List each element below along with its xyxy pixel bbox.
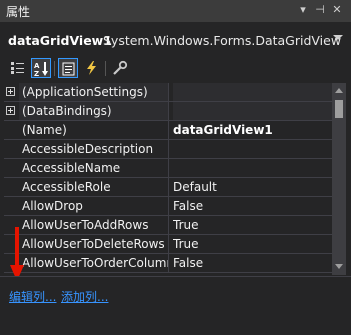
title-bar: 属性 ▾ ⊣ ✕ — [0, 0, 351, 23]
object-name: dataGridView1 — [8, 33, 112, 48]
expand-icon[interactable] — [6, 106, 15, 115]
toolbar-separator — [54, 61, 55, 76]
property-name: (DataBindings) — [19, 102, 169, 120]
property-row[interactable]: (DataBindings) — [4, 102, 332, 121]
edit-columns-link[interactable]: 编辑列... — [9, 288, 56, 305]
property-name: AllowDrop — [19, 197, 169, 215]
svg-text:Z: Z — [34, 70, 39, 77]
scroll-down-icon[interactable] — [335, 264, 343, 269]
scroll-thumb[interactable] — [335, 100, 343, 118]
properties-icon[interactable] — [58, 58, 78, 78]
panel-title: 属性 — [6, 5, 31, 19]
events-icon[interactable] — [82, 58, 102, 78]
property-row[interactable]: AccessibleRole Default — [4, 178, 332, 197]
property-name: AllowUserToAddRows — [19, 216, 169, 234]
property-value[interactable]: dataGridView1 — [173, 121, 332, 139]
property-row[interactable]: AccessibleName — [4, 159, 332, 178]
property-row[interactable]: AllowUserToDeleteRows True — [4, 235, 332, 254]
window-position-icon[interactable]: ▾ — [296, 2, 310, 18]
red-arrow-annotation — [10, 227, 24, 281]
property-name: AccessibleDescription — [19, 140, 169, 158]
property-name: AccessibleRole — [19, 178, 169, 196]
property-value[interactable] — [173, 159, 332, 177]
property-row[interactable]: AllowDrop False — [4, 197, 332, 216]
properties-toolbar: A Z — [0, 55, 351, 82]
property-value[interactable]: False — [173, 197, 332, 215]
scroll-up-icon[interactable] — [335, 88, 343, 93]
vertical-scrollbar[interactable] — [332, 83, 346, 275]
property-row[interactable]: (Name) dataGridView1 — [4, 121, 332, 140]
property-row[interactable]: AllowUserToAddRows True — [4, 216, 332, 235]
property-name: AccessibleName — [19, 159, 169, 177]
alphabetical-icon[interactable]: A Z — [31, 58, 51, 78]
property-name: AllowUserToDeleteRows — [19, 235, 169, 253]
object-selector[interactable]: dataGridView1 System.Windows.Forms.DataG… — [0, 22, 351, 54]
commands-pane: 编辑列... 添加列... — [0, 276, 351, 335]
object-type: System.Windows.Forms.DataGridView — [103, 33, 342, 48]
svg-text:A: A — [34, 62, 40, 70]
add-column-link[interactable]: 添加列... — [61, 288, 108, 305]
property-name: AllowUserToOrderColumns — [19, 254, 169, 272]
property-value[interactable]: True — [173, 216, 332, 234]
chevron-down-icon[interactable] — [333, 35, 343, 40]
property-pages-icon[interactable] — [110, 58, 130, 78]
property-value[interactable] — [173, 140, 332, 158]
properties-panel: 属性 ▾ ⊣ ✕ dataGridView1 System.Windows.Fo… — [0, 0, 351, 335]
property-value[interactable]: True — [173, 235, 332, 253]
property-row[interactable]: (ApplicationSettings) — [4, 83, 332, 102]
property-grid: (ApplicationSettings) (DataBindings) (Na… — [4, 83, 332, 275]
property-value[interactable]: False — [173, 254, 332, 272]
expand-icon[interactable] — [6, 87, 15, 96]
property-value[interactable] — [173, 83, 332, 101]
property-name: (ApplicationSettings) — [19, 83, 169, 101]
property-row[interactable]: AccessibleDescription — [4, 140, 332, 159]
property-value[interactable] — [173, 102, 332, 120]
property-value[interactable]: Default — [173, 178, 332, 196]
categorized-icon[interactable] — [8, 58, 28, 78]
close-icon[interactable]: ✕ — [330, 2, 344, 18]
toolbar-separator — [105, 61, 106, 76]
property-row[interactable]: AllowUserToOrderColumns False — [4, 254, 332, 273]
property-name: (Name) — [19, 121, 169, 139]
pin-icon[interactable]: ⊣ — [313, 2, 327, 18]
